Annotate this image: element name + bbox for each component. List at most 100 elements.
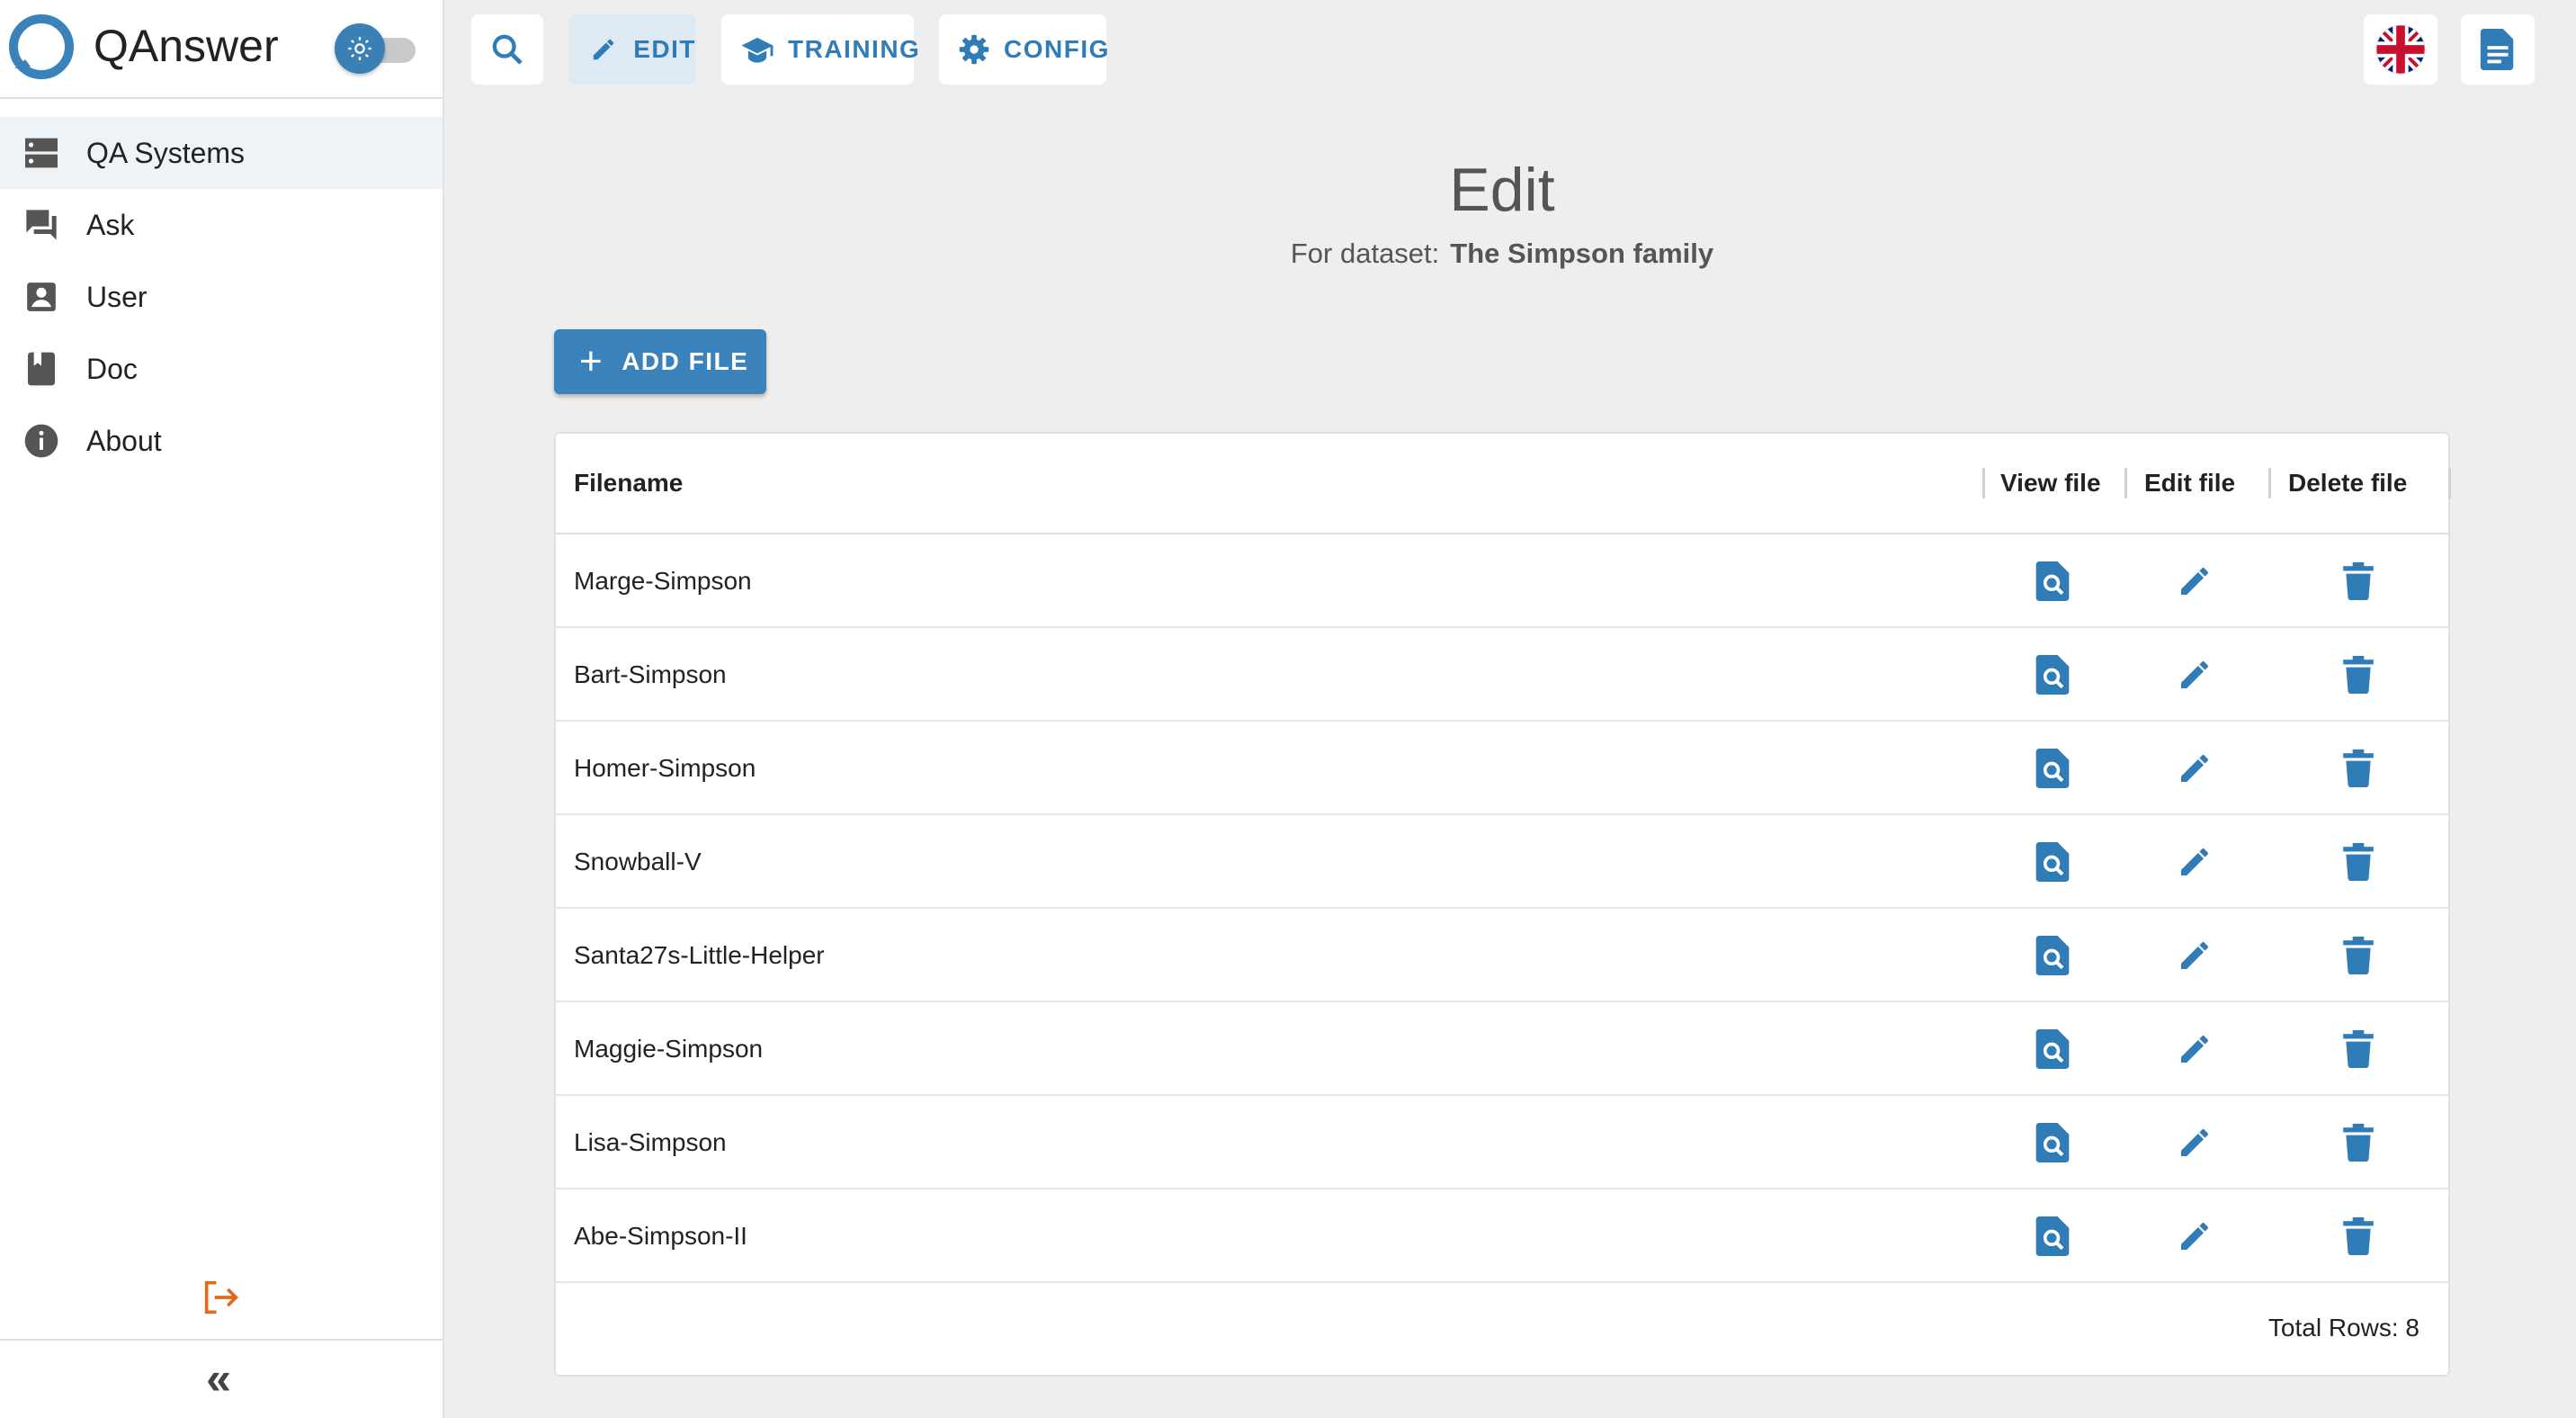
info-icon — [22, 423, 61, 459]
config-tab-button[interactable]: CONFIG — [939, 14, 1108, 85]
find-in-page-icon — [2035, 655, 2070, 695]
uk-flag-icon — [2375, 24, 2426, 75]
language-selector-button[interactable] — [2364, 14, 2437, 85]
filename-cell: Bart-Simpson — [574, 660, 727, 688]
table-row: Snowball-V — [556, 815, 2448, 909]
column-separator[interactable] — [1982, 468, 1985, 498]
trash-icon — [2343, 749, 2374, 787]
column-separator[interactable] — [2268, 468, 2271, 498]
sidebar-item-user[interactable]: User — [0, 261, 443, 333]
table-row: Abe-Simpson-II — [556, 1189, 2448, 1283]
pencil-icon — [2181, 1223, 2208, 1250]
subtitle-prefix: For dataset: — [1290, 238, 1440, 269]
app-name: QAnswer — [94, 21, 279, 71]
view-file-button[interactable] — [2033, 1029, 2072, 1069]
pencil-icon — [2181, 1129, 2208, 1156]
edit-file-button[interactable] — [2175, 749, 2214, 788]
qanswer-logo-icon — [9, 14, 74, 79]
add-file-label: ADD FILE — [622, 347, 749, 375]
graduation-cap-icon — [741, 33, 774, 66]
view-file-button[interactable] — [2033, 842, 2072, 882]
find-in-page-icon — [2035, 561, 2070, 601]
delete-file-button[interactable] — [2339, 655, 2378, 695]
edit-file-button[interactable] — [2175, 655, 2214, 695]
collapse-sidebar-button[interactable]: « — [194, 1356, 243, 1402]
files-table: Filename View file Edit file Delete file… — [554, 432, 2451, 1377]
table-row: Marge-Simpson — [556, 534, 2448, 628]
documentation-button[interactable] — [2461, 14, 2535, 85]
edit-file-button[interactable] — [2175, 936, 2214, 975]
config-label: CONFIG — [1004, 35, 1110, 63]
filename-cell: Abe-Simpson-II — [574, 1222, 747, 1250]
search-icon — [492, 34, 523, 65]
sidebar-item-ask[interactable]: Ask — [0, 189, 443, 261]
pencil-icon — [588, 33, 619, 66]
table-header: Filename View file Edit file Delete file — [556, 434, 2451, 534]
view-file-button[interactable] — [2033, 936, 2072, 975]
search-button[interactable] — [471, 14, 543, 85]
brand-header: QAnswer — [0, 0, 444, 99]
sidebar-nav: QA Systems Ask User Doc About — [0, 117, 443, 477]
edit-file-button[interactable] — [2175, 842, 2214, 882]
sidebar-item-qa-systems[interactable]: QA Systems — [0, 117, 443, 189]
trash-icon — [2343, 1030, 2374, 1068]
table-row: Maggie-Simpson — [556, 1002, 2448, 1096]
logout-icon[interactable] — [196, 1272, 246, 1323]
view-file-button[interactable] — [2033, 561, 2072, 601]
dataset-name: The Simpson family — [1450, 238, 1714, 269]
page-title: Edit — [1449, 156, 1555, 224]
delete-file-button[interactable] — [2339, 749, 2378, 788]
edit-tab-button[interactable]: EDIT — [568, 14, 696, 85]
book-icon — [22, 351, 61, 387]
column-separator[interactable] — [2124, 468, 2127, 498]
sidebar-item-label: Ask — [86, 208, 135, 241]
trash-icon — [2343, 937, 2374, 974]
table-row: Santa27s-Little-Helper — [556, 909, 2448, 1002]
account-box-icon — [22, 279, 61, 315]
sidebar-item-doc[interactable]: Doc — [0, 333, 443, 405]
view-file-button[interactable] — [2033, 1216, 2072, 1256]
sidebar-item-label: QA Systems — [86, 136, 246, 169]
sun-icon — [335, 23, 385, 74]
column-header-edit-file[interactable]: Edit file — [2144, 434, 2235, 533]
column-header-view-file[interactable]: View file — [2000, 434, 2101, 533]
view-file-button[interactable] — [2033, 655, 2072, 695]
pencil-icon — [2181, 568, 2208, 595]
pencil-icon — [2181, 848, 2208, 875]
total-rows: Total Rows: 8 — [2267, 1314, 2419, 1342]
pencil-icon — [2181, 661, 2208, 688]
delete-file-button[interactable] — [2339, 842, 2378, 882]
edit-file-button[interactable] — [2175, 1029, 2214, 1069]
training-tab-button[interactable]: TRAINING — [721, 14, 919, 85]
delete-file-button[interactable] — [2339, 1029, 2378, 1069]
table-row: Homer-Simpson — [556, 722, 2448, 815]
edit-label: EDIT — [633, 35, 696, 63]
view-file-button[interactable] — [2033, 1123, 2072, 1162]
delete-file-button[interactable] — [2339, 1216, 2378, 1256]
filename-cell: Lisa-Simpson — [574, 1128, 727, 1156]
column-separator[interactable] — [2448, 468, 2451, 498]
pencil-icon — [2181, 942, 2208, 969]
filename-cell: Marge-Simpson — [574, 567, 752, 595]
sidebar-item-about[interactable]: About — [0, 405, 443, 477]
column-header-filename[interactable]: Filename — [574, 434, 683, 533]
plus-icon: + — [579, 339, 604, 383]
forum-icon — [22, 207, 61, 243]
server-icon — [22, 135, 61, 171]
delete-file-button[interactable] — [2339, 1123, 2378, 1162]
trash-icon — [2343, 1124, 2374, 1162]
delete-file-button[interactable] — [2339, 936, 2378, 975]
theme-toggle[interactable] — [335, 23, 419, 74]
sidebar-item-label: Doc — [86, 352, 138, 385]
sidebar: QAnswer QA Systems Ask User Doc About « — [0, 0, 444, 1418]
trash-icon — [2343, 843, 2374, 881]
column-header-delete-file[interactable]: Delete file — [2288, 434, 2407, 533]
edit-file-button[interactable] — [2175, 1123, 2214, 1162]
find-in-page-icon — [2035, 842, 2070, 882]
add-file-button[interactable]: + ADD FILE — [554, 329, 766, 394]
view-file-button[interactable] — [2033, 749, 2072, 788]
edit-file-button[interactable] — [2175, 1216, 2214, 1256]
delete-file-button[interactable] — [2339, 561, 2378, 601]
edit-file-button[interactable] — [2175, 561, 2214, 601]
table-row: Lisa-Simpson — [556, 1096, 2448, 1189]
